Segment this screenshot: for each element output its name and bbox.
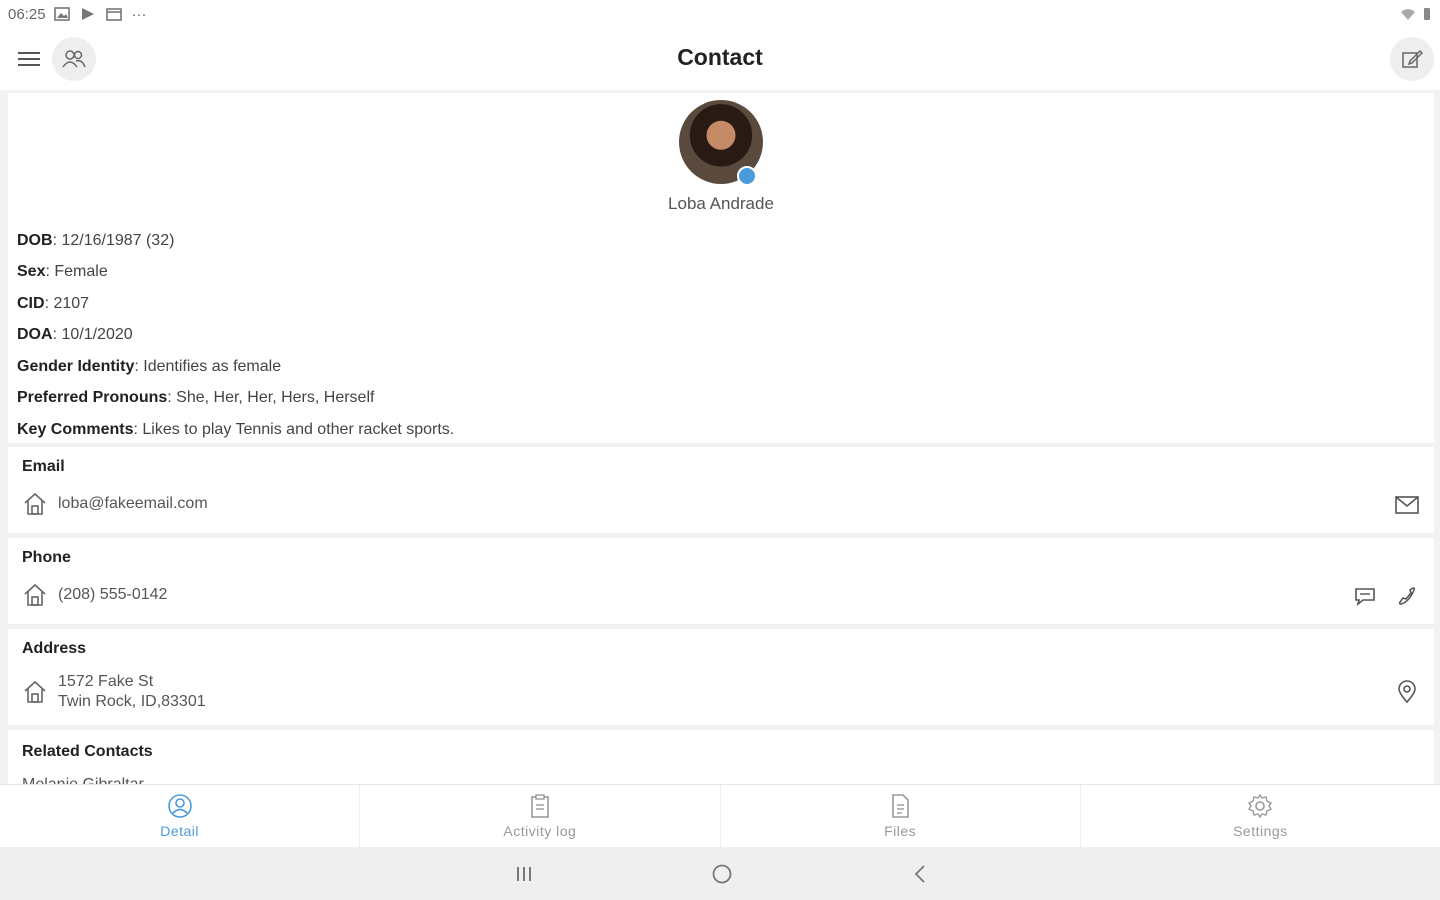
document-icon [892, 794, 909, 818]
back-chevron-icon [914, 865, 925, 883]
main-content: Loba Andrade DOB: 12/16/1987 (32) Sex: F… [0, 90, 1440, 784]
chat-icon [1355, 588, 1375, 606]
status-time: 06:25 [8, 5, 46, 23]
info-sex: Sex: Female [17, 263, 108, 281]
info-cid: CID: 2107 [17, 294, 90, 312]
battery-icon [1424, 8, 1430, 20]
phone-row[interactable]: (208) 555-0142 [22, 582, 167, 608]
home-icon [24, 583, 46, 606]
email-row[interactable]: loba@fakeemail.com [22, 491, 208, 517]
gear-icon [1248, 793, 1273, 819]
app-bar: Contact [0, 28, 1440, 90]
edit-icon [1402, 49, 1423, 68]
address-line1: 1572 Fake St [58, 673, 154, 690]
address-value[interactable]: 1572 Fake St Twin Rock, ID,83301 [58, 672, 206, 712]
tab-settings[interactable]: Settings [1081, 785, 1440, 847]
people-icon [62, 50, 86, 68]
address-row[interactable]: 1572 Fake St Twin Rock, ID,83301 [22, 672, 206, 712]
address-section: Address 1572 Fake St Twin Rock, ID,83301 [8, 629, 1434, 725]
tab-detail-label: Detail [160, 823, 200, 839]
info-key-comments: Key Comments: Likes to play Tennis and o… [17, 420, 455, 438]
home-icon [24, 680, 46, 703]
status-more-icon: ··· [131, 5, 147, 23]
system-nav-bar [0, 847, 1440, 900]
tab-files[interactable]: Files [721, 785, 1081, 847]
person-circle-icon [167, 794, 192, 818]
info-dob: DOB: 12/16/1987 (32) [17, 231, 175, 249]
related-contacts-section: Related Contacts Melanie Gibraltar [8, 730, 1434, 784]
related-contact-item[interactable]: Melanie Gibraltar [22, 776, 144, 784]
phone-value[interactable]: (208) 555-0142 [58, 586, 167, 604]
send-email-button[interactable] [1394, 492, 1420, 518]
bottom-tab-bar: Detail Activity log Files Settings [0, 784, 1440, 847]
map-pin-icon [1398, 680, 1416, 704]
map-button[interactable] [1394, 679, 1420, 705]
home-button[interactable] [707, 859, 737, 889]
related-contacts-title: Related Contacts [22, 743, 153, 760]
clipboard-icon [531, 794, 549, 818]
wifi-icon [1401, 9, 1415, 20]
email-section: Email loba@fakeemail.com [8, 447, 1434, 533]
info-pronouns: Preferred Pronouns: She, Her, Her, Hers,… [17, 389, 375, 407]
info-gender-identity: Gender Identity: Identifies as female [17, 357, 282, 375]
gallery-icon [53, 7, 70, 21]
message-button[interactable] [1352, 583, 1378, 609]
address-title: Address [22, 640, 87, 657]
email-value[interactable]: loba@fakeemail.com [58, 495, 208, 513]
address-line2: Twin Rock, ID,83301 [58, 693, 206, 710]
hamburger-icon [18, 52, 40, 66]
home-icon [24, 492, 46, 515]
phone-icon [1398, 587, 1416, 605]
avatar[interactable] [679, 100, 763, 186]
profile-card: Loba Andrade DOB: 12/16/1987 (32) Sex: F… [8, 93, 1434, 443]
related-contact-name[interactable]: Melanie Gibraltar [22, 776, 144, 784]
info-doa: DOA: 10/1/2020 [17, 326, 133, 344]
recent-apps-button[interactable] [509, 859, 539, 889]
contact-name: Loba Andrade [668, 194, 774, 213]
tab-files-label: Files [884, 823, 917, 839]
phone-section: Phone (208) 555-0142 [8, 538, 1434, 624]
verified-badge-icon [737, 166, 757, 186]
call-button[interactable] [1394, 583, 1420, 609]
tab-settings-label: Settings [1233, 823, 1288, 839]
home-circle-icon [712, 864, 732, 884]
edit-button[interactable] [1390, 37, 1434, 81]
tab-activity-log[interactable]: Activity log [360, 785, 721, 847]
email-title: Email [22, 458, 65, 475]
play-icon [81, 8, 94, 20]
status-bar: 06:25 ··· [0, 0, 1440, 28]
calendar-icon [105, 8, 122, 21]
menu-button[interactable] [12, 42, 46, 76]
envelope-icon [1395, 496, 1419, 514]
back-button[interactable] [905, 859, 935, 889]
info-list: DOB: 12/16/1987 (32) Sex: Female CID: 21… [17, 225, 454, 446]
phone-title: Phone [22, 549, 71, 566]
tab-activity-log-label: Activity log [503, 823, 577, 839]
page-title: Contact [677, 44, 763, 70]
tab-detail[interactable]: Detail [0, 785, 361, 847]
recent-apps-icon [517, 867, 531, 881]
contacts-button[interactable] [52, 37, 96, 81]
